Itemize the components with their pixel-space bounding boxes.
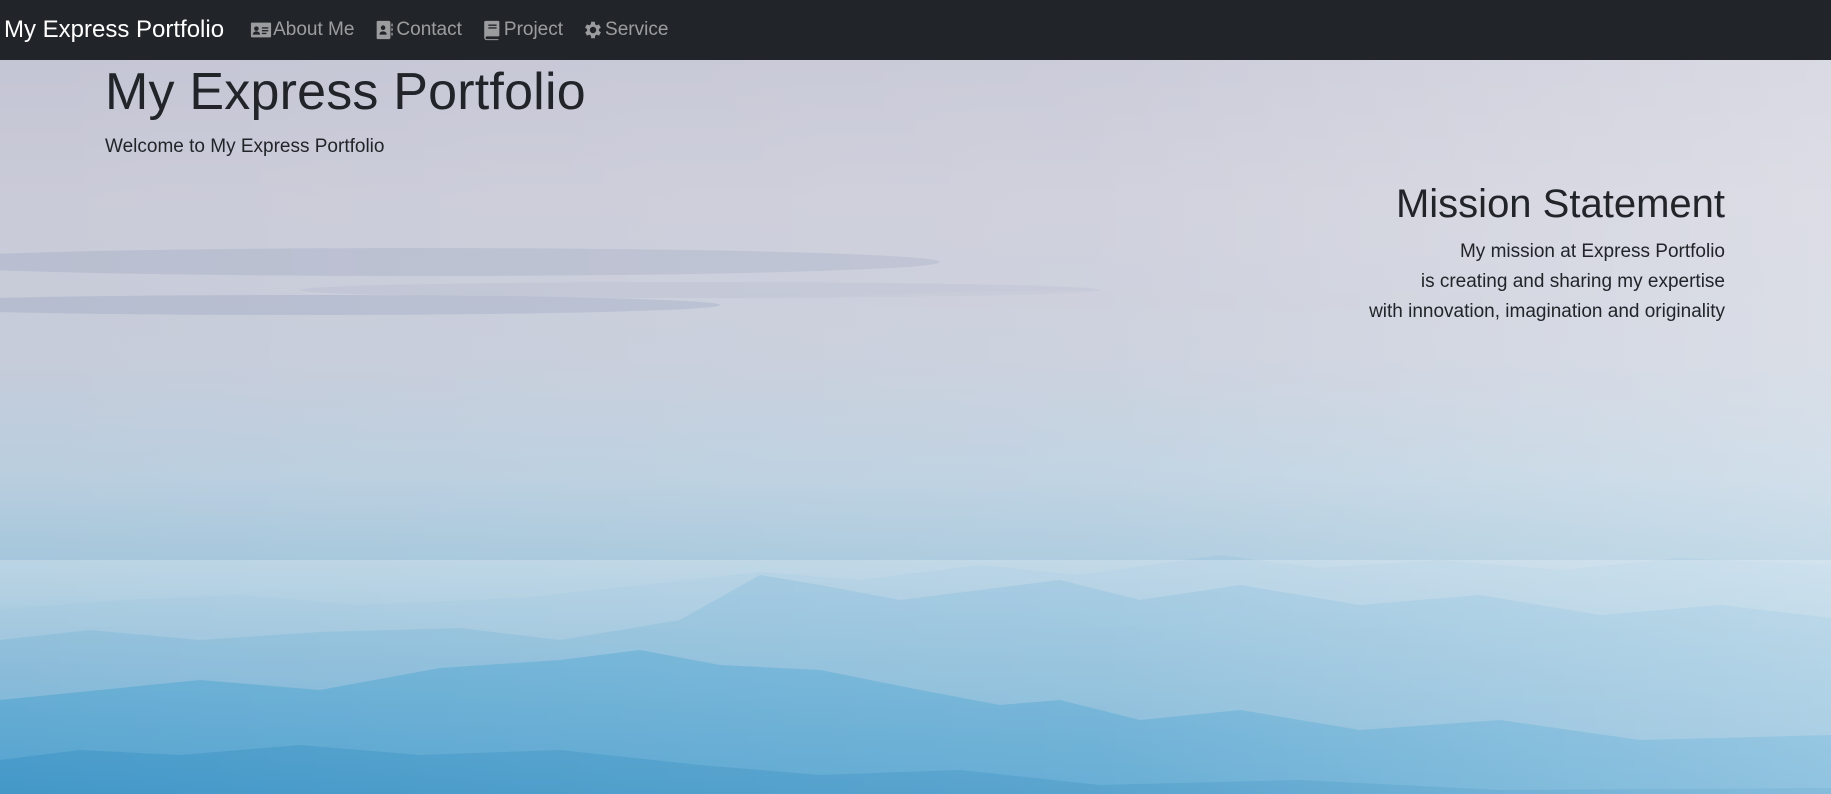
page: My Express Portfolio About Me Contact Pr…: [0, 0, 1831, 794]
contact-book-icon: [377, 20, 394, 40]
book-icon: [484, 20, 500, 41]
nav-item-label: About Me: [273, 19, 355, 40]
mission-section: Mission Statement My mission at Express …: [1369, 182, 1725, 327]
navbar-brand[interactable]: My Express Portfolio: [4, 16, 224, 44]
nav-item-service[interactable]: Service: [582, 19, 668, 41]
mission-title: Mission Statement: [1395, 182, 1725, 226]
navbar: My Express Portfolio About Me Contact Pr…: [0, 0, 1831, 60]
nav-item-contact[interactable]: Contact: [373, 19, 462, 41]
mission-line: with innovation, imagination and origina…: [1369, 301, 1725, 322]
nav-item-label: Project: [503, 19, 564, 40]
main-content: My Express Portfolio Welcome to My Expre…: [0, 60, 1831, 794]
mission-line: is creating and sharing my expertise: [1420, 271, 1725, 292]
nav-item-label: Contact: [396, 19, 462, 40]
mission-line: My mission at Express Portfolio: [1459, 241, 1725, 262]
nav-item-project[interactable]: Project: [481, 19, 563, 41]
gear-icon: [585, 21, 601, 39]
page-subtitle: Welcome to My Express Portfolio: [105, 136, 385, 157]
nav-item-about-me[interactable]: About Me: [250, 19, 354, 41]
address-card-icon: [250, 22, 272, 38]
page-title: My Express Portfolio: [105, 63, 586, 121]
nav-item-label: Service: [605, 19, 669, 40]
